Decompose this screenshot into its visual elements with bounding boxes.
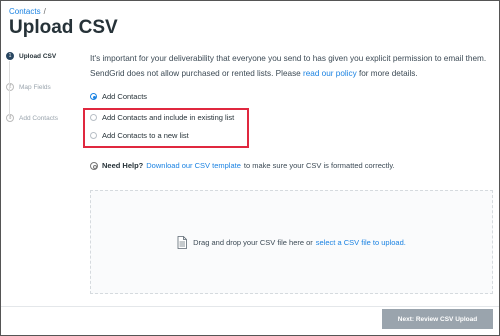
select-file-link[interactable]: select a CSV file to upload. bbox=[316, 238, 406, 247]
red-highlight-box bbox=[83, 108, 249, 148]
csv-dropzone[interactable]: Drag and drop your CSV file here or sele… bbox=[90, 190, 493, 294]
step-number: 1 bbox=[6, 52, 14, 60]
help-row: Need Help? Download our CSV template to … bbox=[90, 161, 395, 170]
option-label: Add Contacts bbox=[102, 92, 148, 101]
breadcrumb: Contacts / bbox=[9, 7, 46, 16]
page-title: Upload CSV bbox=[9, 17, 118, 38]
breadcrumb-contacts-link[interactable]: Contacts bbox=[9, 7, 41, 16]
step-label: Map Fields bbox=[19, 83, 51, 91]
footer-divider bbox=[0, 306, 500, 307]
breadcrumb-separator: / bbox=[43, 7, 46, 16]
step-upload-csv: 1 Upload CSV bbox=[6, 51, 86, 61]
dropzone-text: Drag and drop your CSV file here or bbox=[193, 237, 313, 247]
document-icon bbox=[177, 235, 188, 249]
option-add-contacts[interactable]: Add Contacts bbox=[90, 92, 147, 101]
step-add-contacts: 3 Add Contacts bbox=[6, 113, 86, 123]
step-map-fields: 2 Map Fields bbox=[6, 82, 86, 92]
notice-text: It's important for your deliverability t… bbox=[90, 54, 487, 78]
radio-button-checked[interactable] bbox=[90, 93, 97, 100]
permission-notice: It's important for your deliverability t… bbox=[90, 51, 492, 81]
step-number: 2 bbox=[6, 83, 14, 91]
step-label: Add Contacts bbox=[19, 114, 59, 122]
policy-link[interactable]: read our policy bbox=[303, 69, 357, 78]
lifebuoy-icon bbox=[90, 161, 98, 170]
help-text: to make sure your CSV is formatted corre… bbox=[243, 161, 395, 170]
download-template-link[interactable]: Download our CSV template bbox=[146, 161, 241, 170]
step-number: 3 bbox=[6, 114, 14, 122]
step-label: Upload CSV bbox=[19, 52, 57, 60]
notice-text-end: for more details. bbox=[356, 69, 418, 78]
step-connector-line bbox=[9, 61, 10, 119]
step-progress: 1 Upload CSV 2 Map Fields 3 Add Contacts bbox=[6, 51, 86, 144]
next-review-csv-button[interactable]: Next: Review CSV Upload bbox=[382, 309, 493, 329]
help-title: Need Help? bbox=[102, 161, 144, 170]
